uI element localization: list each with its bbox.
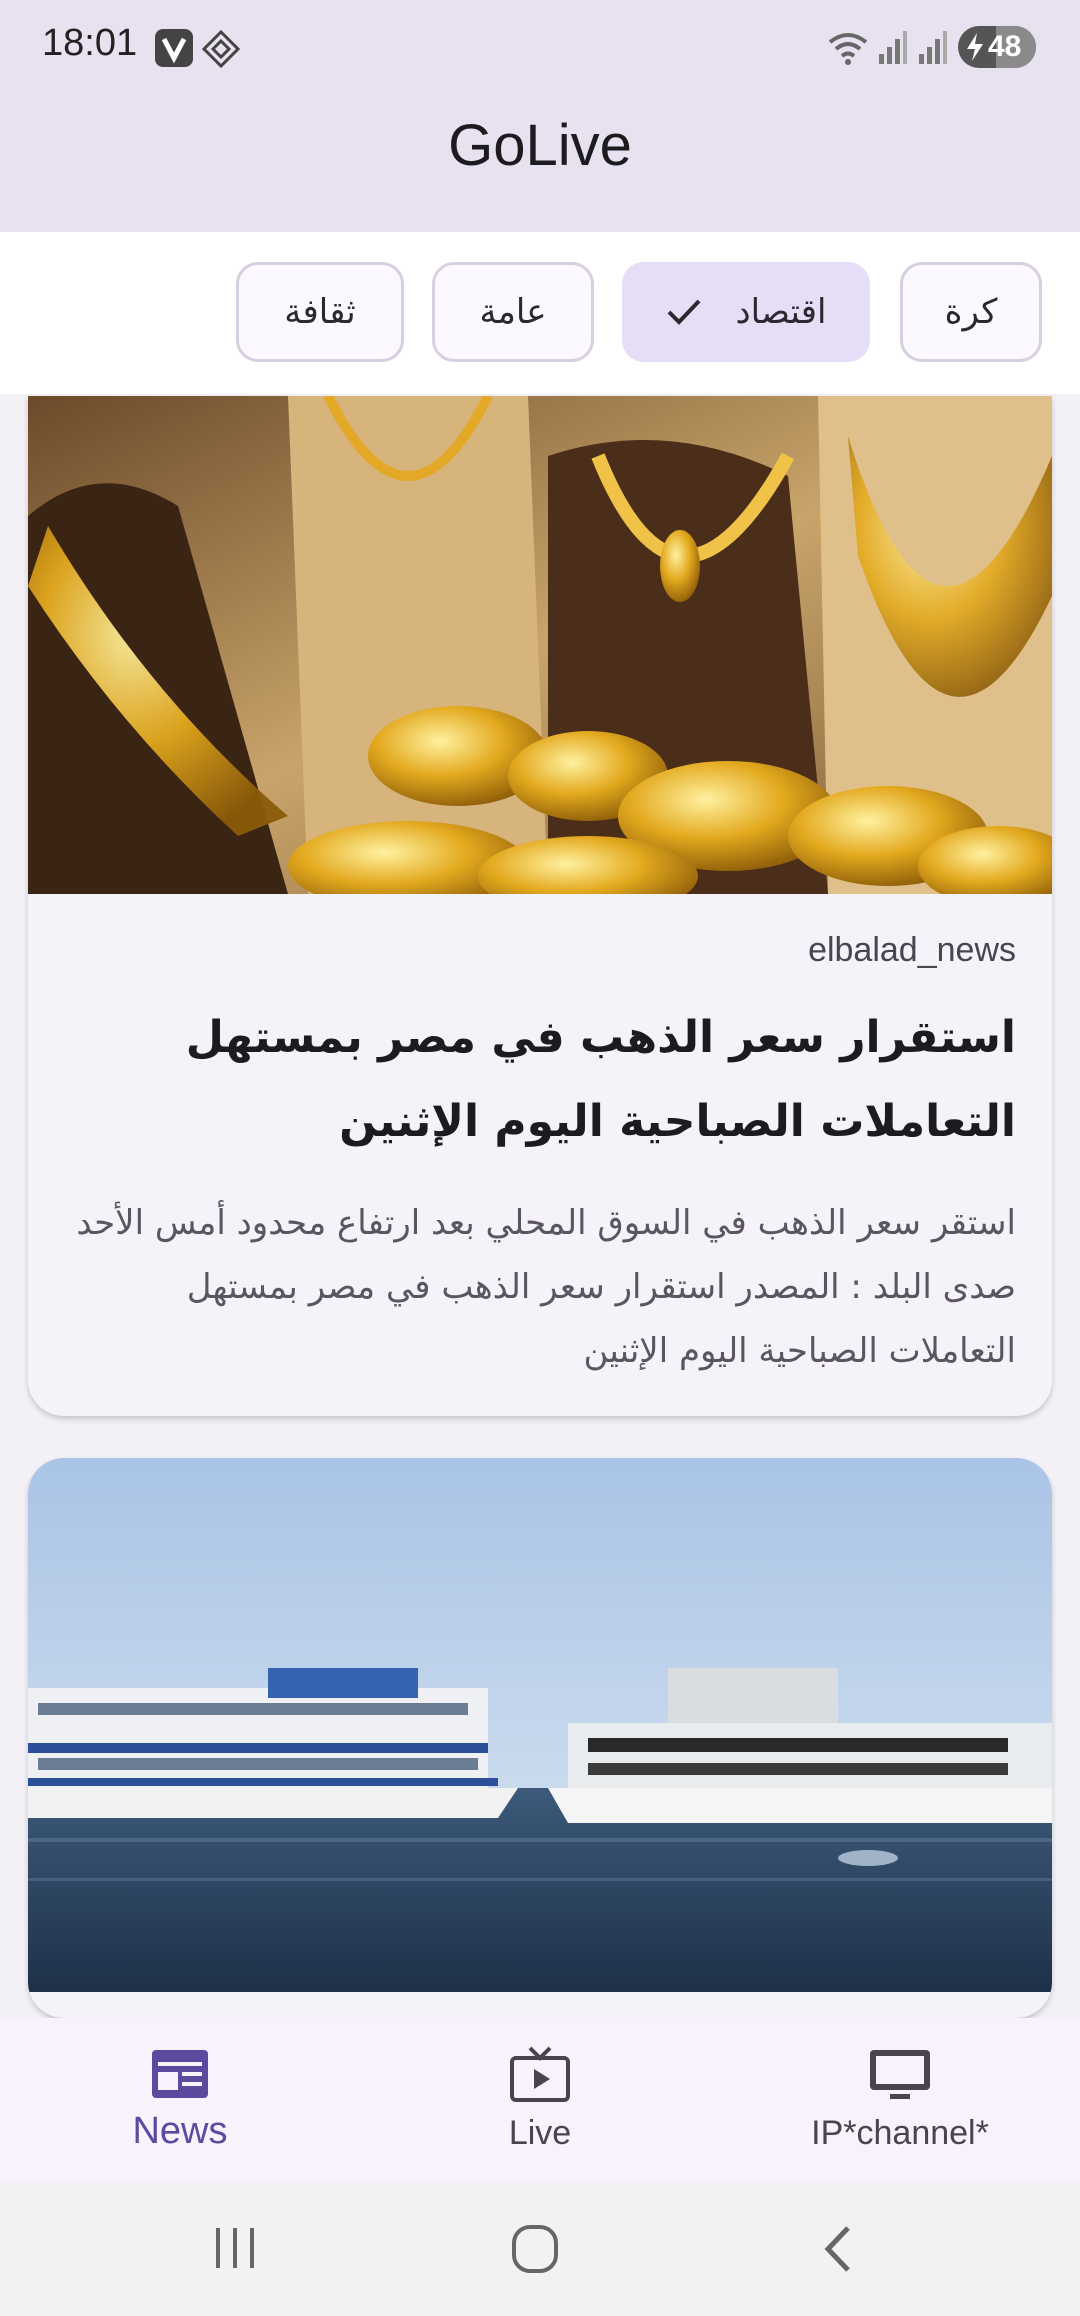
nav-news[interactable]: News <box>0 2018 360 2182</box>
article-headline: استقرار سعر الذهب في مصر بمستهل التعاملا… <box>185 1012 1016 1147</box>
chip-label: اقتصاد <box>735 292 827 332</box>
article-source: elbalad_news <box>808 931 1016 969</box>
article-summary: استقر سعر الذهب في السوق المحلي بعد ارتف… <box>76 1203 1016 1371</box>
chip-football[interactable]: كرة <box>900 262 1042 362</box>
newspaper-icon <box>152 2050 208 2098</box>
nav-label: News <box>132 2110 228 2152</box>
chip-economy[interactable]: اقتصاد <box>622 262 870 362</box>
app-icon <box>202 30 240 68</box>
signal-icon <box>919 31 947 64</box>
vpn-icon <box>155 29 193 67</box>
monitor-icon <box>870 2050 930 2099</box>
bottom-navigation: News Live IP*channel* <box>0 2018 1080 2182</box>
article-image <box>28 1458 1052 1992</box>
check-icon <box>666 297 702 327</box>
chip-general[interactable]: عامة <box>432 262 594 362</box>
news-card[interactable]: elbalad_news استقرار سعر الذهب في مصر بم… <box>28 396 1052 1416</box>
nav-live[interactable]: Live <box>360 2018 720 2182</box>
battery-level: 48 <box>988 30 1022 63</box>
nile-cruise-boats-photo <box>28 1458 1052 1992</box>
home-icon[interactable] <box>510 2222 560 2276</box>
category-filter-bar: كرة اقتصاد عامة ثقافة <box>0 232 1080 394</box>
app-title: GoLive <box>448 113 632 178</box>
article-image <box>28 396 1052 894</box>
back-icon[interactable] <box>818 2222 858 2276</box>
recent-apps-icon[interactable] <box>210 2222 260 2272</box>
chip-culture[interactable]: ثقافة <box>236 262 404 362</box>
nav-ip-channel[interactable]: IP*channel* <box>720 2018 1080 2182</box>
live-tv-icon <box>510 2046 570 2102</box>
nav-label: IP*channel* <box>811 2114 989 2152</box>
status-time: 18:01 <box>42 22 138 64</box>
status-bar: 18:01 48 <box>0 0 1080 92</box>
app-bar: 18:01 48 GoLive <box>0 0 1080 232</box>
gold-jewelry-photo <box>28 396 1052 894</box>
chip-label: كرة <box>944 292 998 332</box>
chip-label: عامة <box>479 292 547 332</box>
battery-charging-icon: 48 <box>958 26 1036 68</box>
signal-icon <box>879 31 907 64</box>
system-nav-bar <box>0 2182 1080 2316</box>
wifi-icon <box>828 33 868 65</box>
news-card[interactable] <box>28 1458 1052 2018</box>
chip-label: ثقافة <box>284 292 356 332</box>
nav-label: Live <box>508 2114 572 2152</box>
